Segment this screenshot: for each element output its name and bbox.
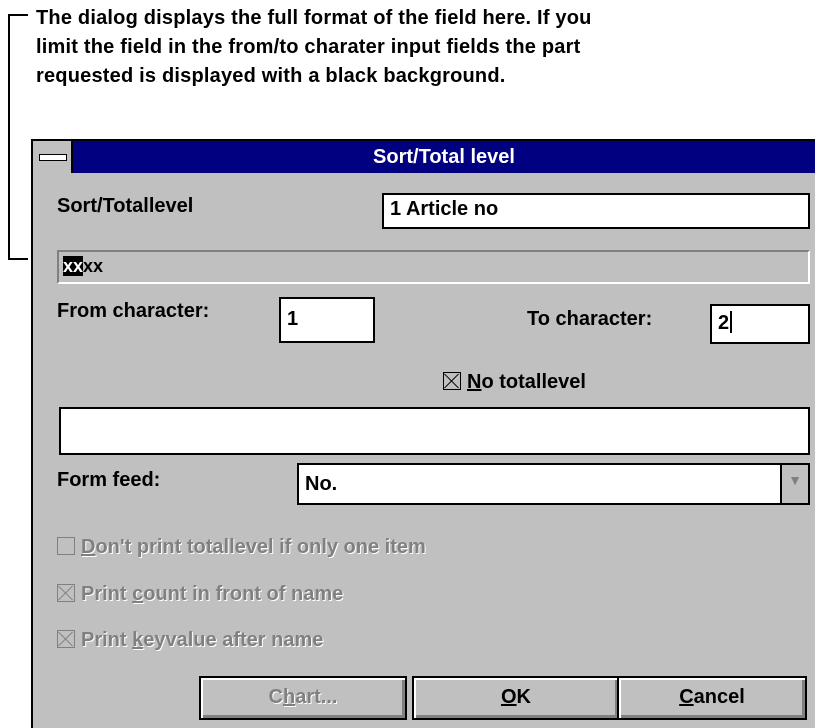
annotation-line-2: limit the field in the from/to charater … (36, 36, 581, 58)
no-totallevel-label: o totallevel (481, 371, 586, 393)
text-caret (730, 311, 733, 333)
dialog-title: Sort/Total level (373, 146, 515, 168)
annotation-bracket (8, 14, 28, 260)
no-totallevel-checkbox[interactable]: No totallevel (443, 370, 586, 394)
annotation-line-3: requested is displayed with a black back… (36, 65, 506, 87)
chart-btn-accel: h (282, 686, 296, 708)
print-count-checkbox[interactable]: Print count in front of name (57, 582, 343, 606)
accel-n: N (467, 371, 482, 393)
ok-button[interactable]: OK (412, 676, 620, 720)
sort-total-dialog: Sort/Total level Sort/Totallevel 1 Artic… (31, 139, 815, 728)
ok-btn-rest: K (516, 686, 531, 708)
cancel-btn-rest: ancel (693, 686, 745, 708)
print-count-prefix: Print (81, 583, 133, 605)
to-character-label: To character: (527, 308, 653, 330)
from-character-input[interactable]: 1 (279, 297, 375, 343)
print-keyvalue-checkbox[interactable]: Print keyvalue after name (57, 628, 323, 652)
total-text-field[interactable] (59, 407, 810, 455)
checkbox-checked-icon (443, 372, 461, 390)
print-count-label: ount in front of name (143, 583, 344, 605)
accel-k: k (132, 629, 144, 651)
form-feed-value: No. (305, 473, 338, 495)
system-menu-button[interactable] (33, 141, 73, 173)
cancel-button[interactable]: Cancel (617, 676, 807, 720)
dont-print-label: on't print totallevel if only one item (95, 536, 426, 558)
format-selected-part: xx (63, 256, 84, 276)
cancel-btn-accel: C (679, 686, 694, 708)
annotation-line-1: The dialog displays the full format of t… (36, 7, 592, 29)
to-character-value: 2 (718, 312, 730, 334)
chart-btn-rest: art... (295, 686, 338, 708)
system-menu-icon (39, 154, 67, 161)
annotation-text: The dialog displays the full format of t… (36, 4, 796, 91)
field-format-display: xxxx (57, 250, 810, 284)
format-remaining-part: xx (83, 256, 104, 276)
ok-btn-accel: O (500, 686, 517, 708)
print-key-label: eyvalue after name (143, 629, 324, 651)
sort-level-field[interactable]: 1 Article no (382, 193, 810, 229)
print-key-prefix: Print (81, 629, 133, 651)
sort-level-label: Sort/Totallevel (57, 195, 194, 217)
dont-print-single-checkbox[interactable]: Don't print totallevel if only one item (57, 535, 426, 559)
chart-button[interactable]: Chart... (199, 676, 407, 720)
checkbox-checked-icon (57, 584, 75, 602)
checkbox-unchecked-icon (57, 537, 75, 555)
form-feed-select[interactable]: No. ▼ (297, 463, 810, 505)
to-character-input[interactable]: 2 (710, 304, 810, 344)
from-character-label: From character: (57, 300, 210, 322)
dropdown-arrow-icon[interactable]: ▼ (780, 465, 808, 503)
form-feed-label: Form feed: (57, 469, 161, 491)
chart-btn-pre: C (268, 686, 283, 708)
checkbox-checked-icon (57, 630, 75, 648)
accel-c: c (132, 583, 144, 605)
title-bar: Sort/Total level (33, 141, 815, 173)
accel-d: D (81, 536, 96, 558)
